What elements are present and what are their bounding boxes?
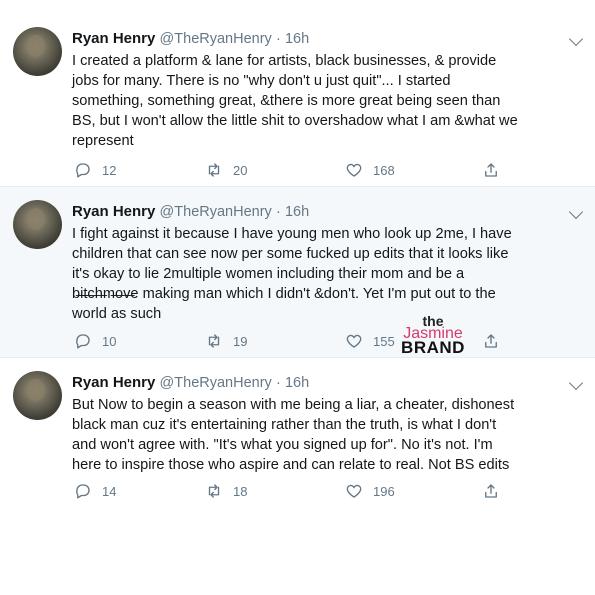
retweet-button[interactable]: 18 [205, 481, 247, 501]
reply-button[interactable]: 12 [74, 160, 116, 180]
tweet-actions: 10 19 155 [72, 331, 595, 351]
timestamp[interactable]: 16h [285, 204, 309, 220]
retweet-count: 19 [233, 333, 248, 349]
tweet-text-line: represent [72, 133, 134, 149]
tweet-header: Ryan Henry @TheRyanHenry · 16h [72, 202, 555, 222]
tweet-text-line: and won't agree with. "It's what you sig… [72, 437, 493, 453]
watermark-line: BRAND [401, 338, 465, 357]
share-button[interactable] [482, 481, 510, 501]
tweet-1[interactable]: Ryan Henry @TheRyanHenry · 16h I created… [0, 14, 595, 186]
like-button[interactable]: 168 [345, 160, 395, 180]
heart-icon [346, 163, 362, 177]
tweet-text-line: here to inspire those who aspire and can… [72, 457, 510, 473]
share-button[interactable] [482, 331, 510, 351]
chevron-down-icon[interactable] [568, 375, 584, 391]
like-button[interactable]: 155 [345, 331, 395, 351]
timestamp[interactable]: 16h [285, 375, 309, 391]
tweet-header: Ryan Henry @TheRyanHenry · 16h [72, 29, 555, 49]
speech-bubble-icon [76, 334, 90, 349]
tweet-text: I fight against it because I have young … [72, 224, 577, 324]
reply-button[interactable]: 14 [74, 481, 116, 501]
speech-bubble-icon [76, 484, 90, 499]
reply-count: 12 [102, 162, 117, 178]
reply-button[interactable]: 10 [74, 331, 116, 351]
chevron-down-icon[interactable] [568, 204, 584, 220]
author-handle[interactable]: @TheRyanHenry [160, 204, 272, 220]
tweet-text-line: black man cuz it's entertaining rather t… [72, 417, 497, 433]
retweet-arrows-icon [208, 484, 220, 498]
share-upload-icon [485, 163, 497, 177]
share-upload-icon [485, 484, 497, 498]
retweet-count: 18 [233, 483, 248, 499]
retweet-button[interactable]: 20 [205, 160, 247, 180]
retweet-button[interactable]: 19 [205, 331, 247, 351]
author-handle[interactable]: @TheRyanHenry [160, 375, 272, 391]
retweet-arrows-icon [208, 334, 220, 348]
separator: · [275, 31, 281, 47]
watermark-logo: the Jasmine BRAND [394, 314, 472, 356]
tweet-text-line: b̶i̶t̶c̶h̶m̶o̶v̶e making man which I did… [72, 286, 496, 302]
heart-icon [346, 484, 362, 498]
author-name[interactable]: Ryan Henry [72, 30, 155, 47]
tweet-actions: 14 18 196 [72, 481, 595, 501]
tweet-header: Ryan Henry @TheRyanHenry · 16h [72, 373, 555, 393]
tweet-text-line: But Now to begin a season with me being … [72, 397, 515, 413]
tweet-text: But Now to begin a season with me being … [72, 395, 577, 475]
chevron-down-icon[interactable] [568, 31, 584, 47]
tweet-text-line: BS, but I won't allow the little shit to… [72, 113, 518, 129]
author-name[interactable]: Ryan Henry [72, 203, 155, 220]
share-upload-icon [485, 334, 497, 348]
tweet-text-line: I created a platform & lane for artists,… [72, 53, 497, 69]
reply-count: 14 [102, 483, 117, 499]
speech-bubble-icon [76, 163, 90, 178]
tweet-text-line: something, something great, &there is mo… [72, 93, 501, 109]
timestamp[interactable]: 16h [285, 31, 309, 47]
like-count: 155 [373, 333, 395, 349]
share-button[interactable] [482, 160, 510, 180]
separator: · [275, 375, 281, 391]
tweet-text-line: I fight against it because I have young … [72, 226, 512, 242]
avatar[interactable] [13, 371, 62, 420]
tweet-3[interactable]: Ryan Henry @TheRyanHenry · 16h But Now t… [0, 358, 595, 508]
like-button[interactable]: 196 [345, 481, 395, 501]
avatar[interactable] [13, 200, 62, 249]
tweet-text-line: children that can see now per some fucke… [72, 246, 509, 262]
reply-count: 10 [102, 333, 117, 349]
tweet-text-line: jobs for many. There is no "why don't u … [72, 73, 451, 89]
like-count: 168 [373, 162, 395, 178]
separator: · [275, 204, 281, 220]
heart-icon [346, 334, 362, 348]
tweet-2[interactable]: Ryan Henry @TheRyanHenry · 16h I fight a… [0, 186, 595, 358]
tweet-text-line: it's okay to lie 2multiple women includi… [72, 266, 465, 282]
like-count: 196 [373, 483, 395, 499]
retweet-arrows-icon [208, 163, 220, 177]
tweet-text-line: world as such [72, 306, 162, 322]
tweet-text: I created a platform & lane for artists,… [72, 51, 577, 151]
author-name[interactable]: Ryan Henry [72, 374, 155, 391]
tweet-actions: 12 20 168 [72, 160, 595, 180]
avatar[interactable] [13, 27, 62, 76]
author-handle[interactable]: @TheRyanHenry [160, 31, 272, 47]
retweet-count: 20 [233, 162, 248, 178]
